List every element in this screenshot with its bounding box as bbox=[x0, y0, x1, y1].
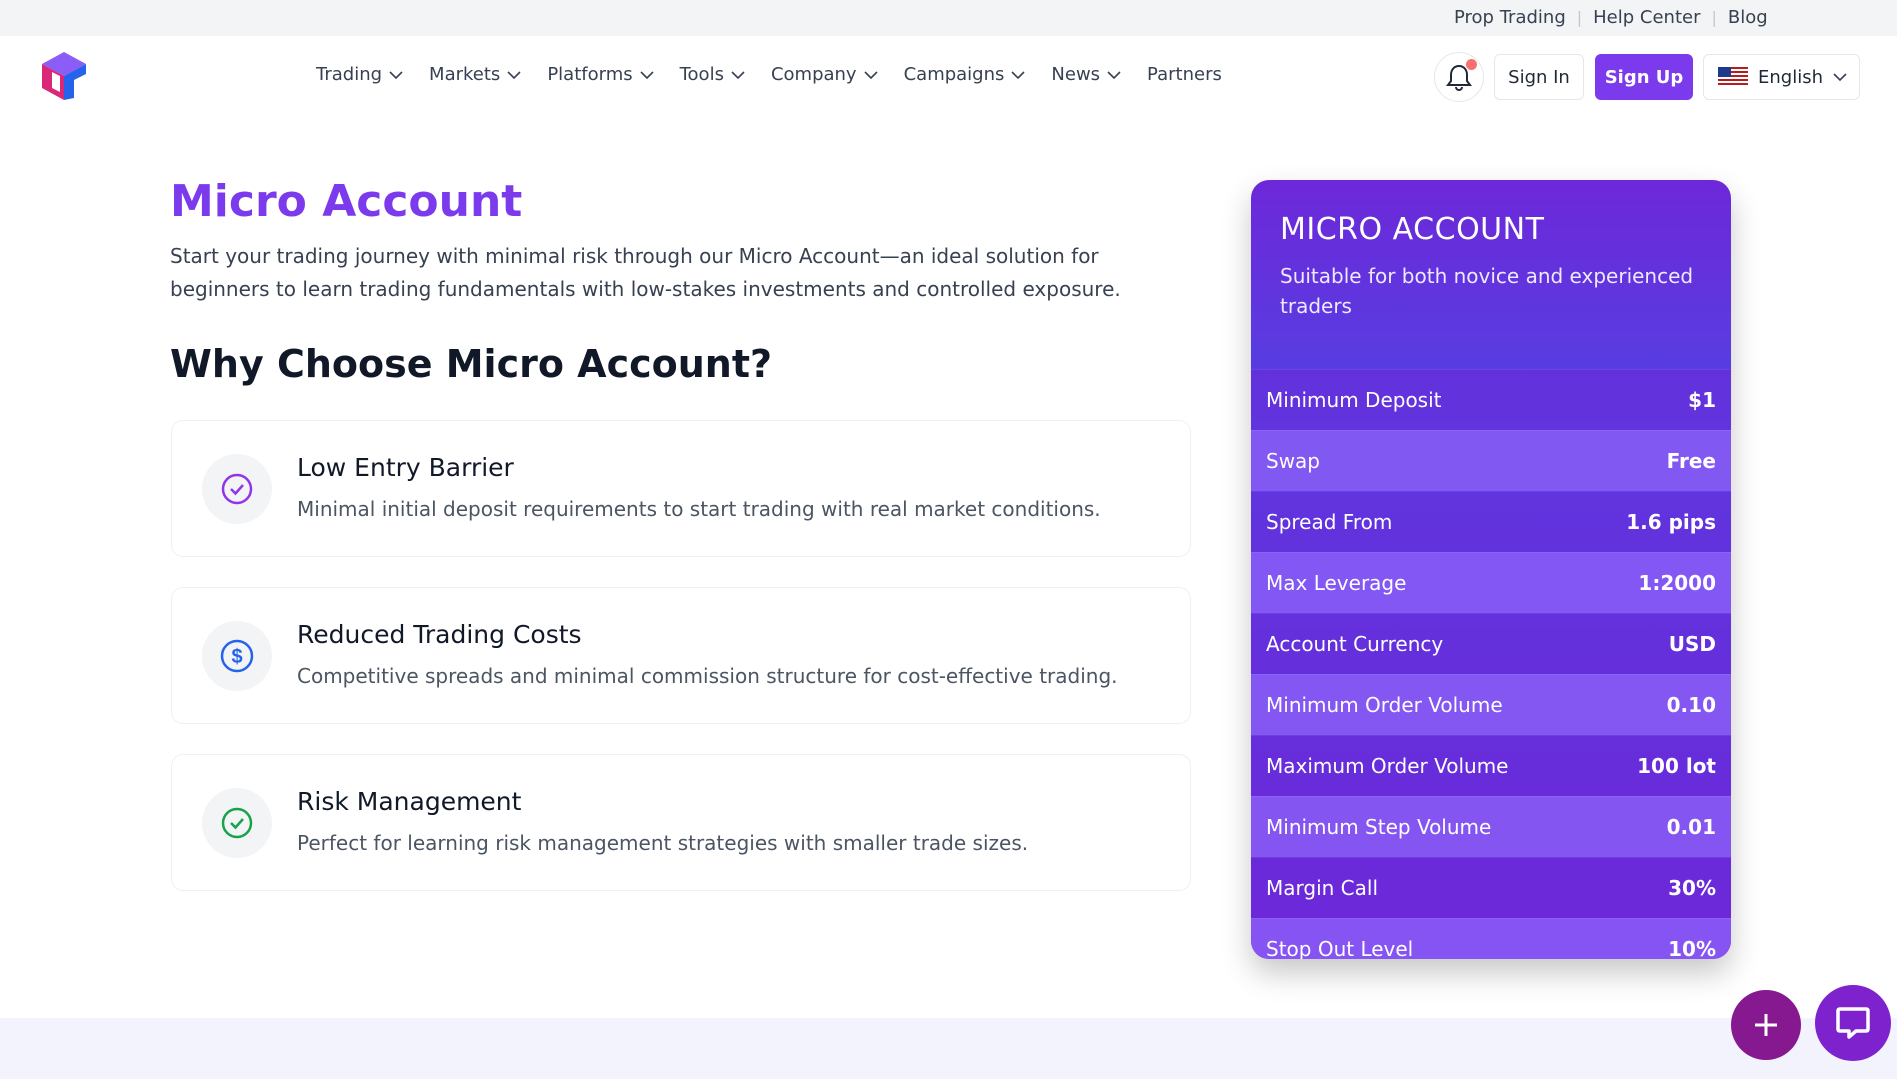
spec-row: Margin Call 30% bbox=[1251, 857, 1731, 918]
spec-label: Account Currency bbox=[1266, 632, 1444, 656]
feature-card: Low Entry Barrier Minimal initial deposi… bbox=[171, 420, 1191, 557]
chat-bubble-icon bbox=[1836, 1007, 1870, 1039]
menu-tools[interactable]: Tools bbox=[680, 64, 745, 85]
menu-partners[interactable]: Partners bbox=[1147, 64, 1222, 85]
spec-row: Minimum Step Volume 0.01 bbox=[1251, 796, 1731, 857]
spec-label: Margin Call bbox=[1266, 876, 1379, 900]
spec-row: Stop Out Level 10% bbox=[1251, 918, 1731, 959]
spec-value: 10% bbox=[1668, 937, 1716, 959]
us-flag-icon bbox=[1718, 67, 1748, 87]
menu-label: News bbox=[1051, 64, 1101, 85]
notification-dot bbox=[1466, 59, 1477, 70]
card-subtitle: Suitable for both novice and experienced… bbox=[1280, 264, 1694, 318]
language-label: English bbox=[1758, 66, 1823, 88]
blog-link[interactable]: Blog bbox=[1728, 7, 1768, 28]
menu-platforms[interactable]: Platforms bbox=[547, 64, 654, 85]
menu-label: Company bbox=[770, 64, 857, 85]
feature-title: Reduced Trading Costs bbox=[297, 620, 582, 649]
spec-value: 1:2000 bbox=[1638, 571, 1716, 595]
spec-value: USD bbox=[1668, 632, 1716, 656]
divider: | bbox=[1576, 8, 1583, 27]
menu-label: Markets bbox=[429, 64, 501, 85]
help-center-link[interactable]: Help Center bbox=[1593, 7, 1700, 28]
chevron-down-icon bbox=[389, 70, 403, 79]
feature-description: Competitive spreads and minimal commissi… bbox=[297, 664, 1118, 688]
chevron-down-icon bbox=[640, 70, 654, 79]
spec-label: Max Leverage bbox=[1266, 571, 1407, 595]
menu-label: Campaigns bbox=[903, 64, 1005, 85]
spec-row: Minimum Order Volume 0.10 bbox=[1251, 674, 1731, 735]
menu-label: Tools bbox=[679, 64, 724, 85]
spec-row: Spread From 1.6 pips bbox=[1251, 491, 1731, 552]
section-title: Why Choose Micro Account? bbox=[170, 342, 773, 386]
spec-value: 30% bbox=[1668, 876, 1716, 900]
menu-company[interactable]: Company bbox=[771, 64, 878, 85]
card-title: MICRO ACCOUNT bbox=[1280, 212, 1545, 247]
feature-title: Low Entry Barrier bbox=[297, 453, 514, 482]
menu-label: Trading bbox=[316, 64, 383, 85]
spec-label: Minimum Order Volume bbox=[1266, 693, 1503, 717]
sign-up-button[interactable]: Sign Up bbox=[1595, 54, 1693, 100]
utility-links: Prop Trading | Help Center | Blog bbox=[1454, 7, 1768, 28]
card-header: MICRO ACCOUNT Suitable for both novice a… bbox=[1251, 180, 1731, 369]
spec-value: 100 lot bbox=[1637, 754, 1716, 778]
feature-card: $ Reduced Trading Costs Competitive spre… bbox=[171, 587, 1191, 724]
feature-title: Risk Management bbox=[297, 787, 522, 816]
check-circle-icon bbox=[202, 788, 272, 858]
spec-value: Free bbox=[1666, 449, 1716, 473]
spec-row: Maximum Order Volume 100 lot bbox=[1251, 735, 1731, 796]
account-spec-card: MICRO ACCOUNT Suitable for both novice a… bbox=[1251, 180, 1731, 959]
feature-card: Risk Management Perfect for learning ris… bbox=[171, 754, 1191, 891]
menu-markets[interactable]: Markets bbox=[429, 64, 521, 85]
spec-value: 0.10 bbox=[1666, 693, 1716, 717]
chevron-down-icon bbox=[1107, 70, 1121, 79]
spec-row: Minimum Deposit $1 bbox=[1251, 369, 1731, 430]
menu-news[interactable]: News bbox=[1051, 64, 1121, 85]
spec-value: 0.01 bbox=[1666, 815, 1716, 839]
svg-text:$: $ bbox=[231, 646, 242, 668]
notifications-button[interactable] bbox=[1434, 52, 1484, 102]
main-navbar: Trading Markets Platforms Tools Company … bbox=[0, 36, 1897, 116]
menu-campaigns[interactable]: Campaigns bbox=[904, 64, 1026, 85]
chevron-down-icon bbox=[507, 70, 521, 79]
sign-in-button[interactable]: Sign In bbox=[1494, 54, 1584, 100]
spec-row: Swap Free bbox=[1251, 430, 1731, 491]
top-utility-bar: Prop Trading | Help Center | Blog bbox=[0, 0, 1897, 36]
check-circle-icon bbox=[202, 454, 272, 524]
divider: | bbox=[1711, 8, 1717, 27]
spec-value: $1 bbox=[1688, 388, 1716, 412]
live-chat-button[interactable] bbox=[1815, 985, 1891, 1061]
page-title: Micro Account bbox=[170, 176, 523, 227]
spec-label: Minimum Step Volume bbox=[1266, 815, 1492, 839]
spec-row: Account Currency USD bbox=[1251, 613, 1731, 674]
menu-label: Platforms bbox=[547, 64, 633, 85]
menu-trading[interactable]: Trading bbox=[316, 64, 403, 85]
chevron-down-icon bbox=[1833, 73, 1847, 82]
spec-value: 1.6 pips bbox=[1626, 510, 1716, 534]
intro-paragraph: Start your trading journey with minimal … bbox=[170, 244, 1121, 301]
add-floating-button[interactable] bbox=[1731, 990, 1801, 1060]
chevron-down-icon bbox=[864, 70, 878, 79]
language-selector[interactable]: English bbox=[1703, 54, 1860, 100]
prop-trading-link[interactable]: Prop Trading bbox=[1454, 7, 1566, 28]
primary-menu: Trading Markets Platforms Tools Company … bbox=[316, 64, 1248, 85]
spec-label: Maximum Order Volume bbox=[1266, 754, 1509, 778]
spec-label: Minimum Deposit bbox=[1266, 388, 1442, 412]
spec-label: Stop Out Level bbox=[1266, 937, 1414, 959]
dollar-circle-icon: $ bbox=[202, 621, 272, 691]
spec-row: Max Leverage 1:2000 bbox=[1251, 552, 1731, 613]
plus-icon bbox=[1755, 1014, 1777, 1036]
brand-logo-icon[interactable] bbox=[38, 50, 90, 102]
next-section-band bbox=[0, 1018, 1897, 1079]
feature-description: Perfect for learning risk management str… bbox=[297, 831, 1029, 855]
feature-description: Minimal initial deposit requirements to … bbox=[297, 497, 1101, 521]
menu-label: Partners bbox=[1147, 64, 1222, 85]
spec-label: Swap bbox=[1266, 449, 1321, 473]
spec-label: Spread From bbox=[1266, 510, 1393, 534]
chevron-down-icon bbox=[1011, 70, 1025, 79]
chevron-down-icon bbox=[731, 70, 745, 79]
